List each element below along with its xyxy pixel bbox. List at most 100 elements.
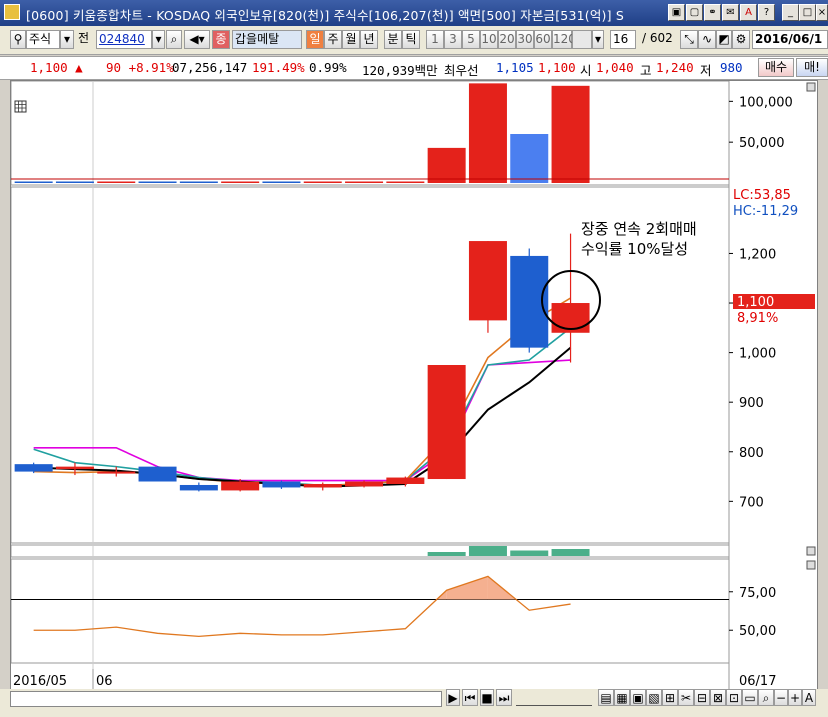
small-volume-bar xyxy=(427,552,466,556)
minimize-icon[interactable]: _ xyxy=(782,4,799,21)
view-icon-5[interactable]: ⊞ xyxy=(662,689,678,706)
volume-bar xyxy=(97,181,136,183)
interval-30[interactable]: 30 xyxy=(516,30,534,49)
candle-body xyxy=(303,483,342,488)
mail-icon[interactable]: ✉ xyxy=(722,4,739,21)
interval-3[interactable]: 3 xyxy=(444,30,462,49)
view-icon-1[interactable]: ▤ xyxy=(598,689,614,706)
oscillator-panel-close-icon[interactable] xyxy=(806,560,816,570)
candle-body xyxy=(262,481,301,488)
low-label: 저 xyxy=(700,63,712,78)
view-icon-4[interactable]: ▧ xyxy=(646,689,662,706)
font-size-icon[interactable]: A xyxy=(802,689,816,706)
code-dropdown-icon[interactable]: ▾ xyxy=(152,30,165,49)
view-icon-9[interactable]: ⊡ xyxy=(726,689,742,706)
price-change: 90 +8.91% xyxy=(106,60,174,75)
chart-svg[interactable]: 100,000 50,000 1,200 1,000 900 800 700 75,00 5… xyxy=(10,80,817,689)
open-label: 시 xyxy=(580,63,592,78)
volume-tick-label: 50,000 xyxy=(739,136,785,151)
small-volume-bar xyxy=(551,549,590,556)
close-icon[interactable]: × xyxy=(816,4,828,21)
maximize-icon[interactable]: □ xyxy=(799,4,816,21)
count-input[interactable]: 16 xyxy=(610,30,636,49)
best-ask: 1,105 xyxy=(496,60,534,75)
view-icon-7[interactable]: ⊟ xyxy=(694,689,710,706)
interval-10[interactable]: 10 xyxy=(480,30,498,49)
search-icon[interactable]: ⌕ xyxy=(166,30,182,49)
layout-icon[interactable]: ▣ xyxy=(668,4,685,21)
view-icon-10[interactable]: ▭ xyxy=(742,689,758,706)
help-icon[interactable]: ? xyxy=(758,4,775,21)
best-bid: 1,100 xyxy=(538,60,576,75)
stock-name: 갑을메탈 xyxy=(232,30,302,49)
period-year-button[interactable]: 년 xyxy=(360,30,378,49)
last-change-label: 8,91% xyxy=(737,311,778,326)
stock-code-input[interactable]: 024840 xyxy=(96,30,152,49)
volume-bar xyxy=(468,83,507,183)
zoom-search-icon[interactable]: ⌕ xyxy=(758,689,774,706)
period-month-button[interactable]: 월 xyxy=(342,30,360,49)
period-day-button[interactable]: 일 xyxy=(306,30,324,49)
x-start-label: 2016/05 xyxy=(13,674,67,689)
font-icon[interactable]: A xyxy=(740,4,757,21)
date-input[interactable]: 2016/06/1 xyxy=(752,30,828,49)
period-week-button[interactable]: 주 xyxy=(324,30,342,49)
volume-bar xyxy=(551,85,590,183)
sound-icon[interactable]: ◀▾ xyxy=(184,30,210,49)
view-icon-6[interactable]: ✂ xyxy=(678,689,694,706)
sell-button[interactable]: 매! xyxy=(796,58,828,77)
candle-body xyxy=(179,484,218,491)
view-icon-8[interactable]: ⊠ xyxy=(710,689,726,706)
window-icon[interactable]: ▢ xyxy=(686,4,703,21)
view-icon-3[interactable]: ▣ xyxy=(630,689,646,706)
interval-120[interactable]: 120 xyxy=(552,30,576,49)
market-dropdown-icon[interactable]: ▾ xyxy=(60,30,74,49)
period-minute-button[interactable]: 분 xyxy=(384,30,402,49)
tool-icon-2[interactable]: ∿ xyxy=(698,30,716,49)
pin-icon[interactable]: ⚲ xyxy=(10,30,26,49)
annotation-line-1: 장중 연속 2회매매 xyxy=(581,220,697,238)
x-end-label: 06/17 xyxy=(739,674,776,689)
trade-volume: 07,256,147 xyxy=(172,60,248,75)
interval-dropdown-icon[interactable]: ▾ xyxy=(592,30,604,49)
tool-icon-3[interactable]: ◩ xyxy=(716,30,732,49)
interval-20[interactable]: 20 xyxy=(498,30,516,49)
interval-custom-input[interactable] xyxy=(572,30,592,49)
scroll-track[interactable] xyxy=(10,691,442,707)
period-tick-button[interactable]: 틱 xyxy=(402,30,420,49)
interval-60[interactable]: 60 xyxy=(534,30,552,49)
candle-body xyxy=(14,464,53,472)
volume-bar xyxy=(55,181,94,183)
link-icon[interactable]: ⚭ xyxy=(704,4,721,21)
zoom-slider[interactable] xyxy=(516,691,592,706)
candle-body xyxy=(427,365,466,480)
interval-1[interactable]: 1 xyxy=(426,30,444,49)
app-icon xyxy=(4,4,20,20)
zoom-out-icon[interactable]: − xyxy=(774,689,788,706)
scroll-last-icon[interactable]: ⏭ xyxy=(496,689,512,706)
interval-5[interactable]: 5 xyxy=(462,30,480,49)
best-quote-label: 최우선 xyxy=(444,63,479,78)
scroll-stop-icon[interactable]: ■ xyxy=(480,689,494,706)
volume-ratio: 191.49% xyxy=(252,60,305,75)
scroll-next-icon[interactable]: ▶ xyxy=(446,689,460,706)
small-panel-close-icon[interactable] xyxy=(806,546,816,556)
settings-gear-icon[interactable]: ⚙ xyxy=(732,30,750,49)
chart-area[interactable]: 100,000 50,000 1,200 1,000 900 800 700 75,00 5… xyxy=(10,80,818,690)
grid-table-icon[interactable] xyxy=(14,100,27,113)
hc-label: HC:-11,29 xyxy=(733,204,798,219)
buy-button[interactable]: 매수 xyxy=(758,58,794,77)
chart-scrollbar-bar: ▶ ⏮ ■ ⏭ ▤ ▦ ▣ ▧ ⊞ ✂ ⊟ ⊠ ⊡ ▭ ⌕ − + A xyxy=(0,689,828,717)
zoom-in-icon[interactable]: + xyxy=(788,689,802,706)
small-volume-bar xyxy=(468,546,507,556)
view-icon-2[interactable]: ▦ xyxy=(614,689,630,706)
scroll-first-icon[interactable]: ⏮ xyxy=(462,689,478,706)
volume-panel xyxy=(10,80,730,186)
oscillator-tick-label: 75,00 xyxy=(739,586,776,601)
volume-bar xyxy=(14,181,53,183)
tool-icon-1[interactable]: ⤡ xyxy=(680,30,698,49)
market-select[interactable]: 주식 xyxy=(26,30,60,49)
candle-body xyxy=(55,466,94,470)
volume-panel-close-icon[interactable] xyxy=(806,82,816,92)
annotation-line-2: 수익률 10%달성 xyxy=(581,240,688,258)
